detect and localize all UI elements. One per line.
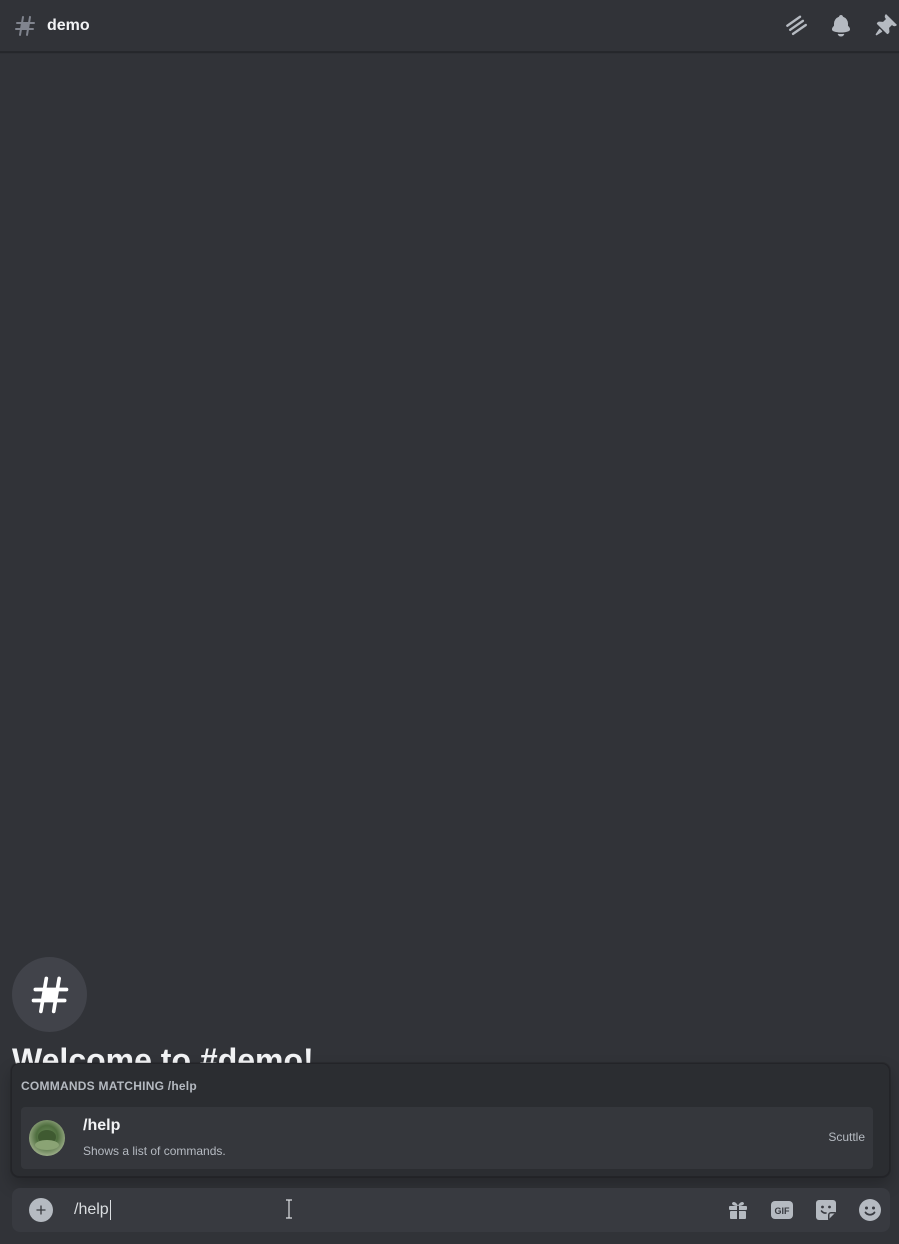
command-option[interactable]: /help Shows a list of commands. Scuttle xyxy=(21,1107,873,1169)
text-cursor-icon xyxy=(286,1199,292,1219)
hash-icon xyxy=(31,976,68,1013)
message-input[interactable]: /help xyxy=(74,1199,574,1221)
message-composer: /help GIF xyxy=(12,1188,890,1232)
gif-label: GIF xyxy=(775,1206,791,1216)
plus-circle-icon[interactable] xyxy=(29,1198,53,1222)
composer-toolbar: GIF xyxy=(724,1196,884,1224)
pin-icon[interactable] xyxy=(871,12,899,40)
gif-icon[interactable]: GIF xyxy=(768,1196,796,1224)
command-autocomplete: COMMANDS MATCHING /help /help Shows a li… xyxy=(11,1063,890,1177)
header-toolbar xyxy=(783,0,899,52)
hash-icon xyxy=(15,15,35,36)
text-caret xyxy=(109,1199,111,1220)
channel-welcome-icon xyxy=(12,957,87,1032)
command-name: /help xyxy=(83,1117,121,1134)
channel-header: demo xyxy=(0,0,899,52)
threads-icon[interactable] xyxy=(783,12,811,40)
command-description: Shows a list of commands. xyxy=(83,1144,226,1158)
channel-name: demo xyxy=(47,16,90,34)
sticker-icon[interactable] xyxy=(812,1196,840,1224)
app-window: demo Welcome to #demo! COMMANDS MATCHING… xyxy=(0,0,899,1244)
gift-icon[interactable] xyxy=(724,1196,752,1224)
emoji-icon[interactable] xyxy=(856,1196,884,1224)
autocomplete-header: COMMANDS MATCHING /help xyxy=(21,1079,197,1093)
command-source: Scuttle xyxy=(828,1130,865,1144)
bot-avatar xyxy=(29,1120,65,1156)
message-input-text: /help xyxy=(74,1201,109,1218)
bell-icon[interactable] xyxy=(827,12,855,40)
